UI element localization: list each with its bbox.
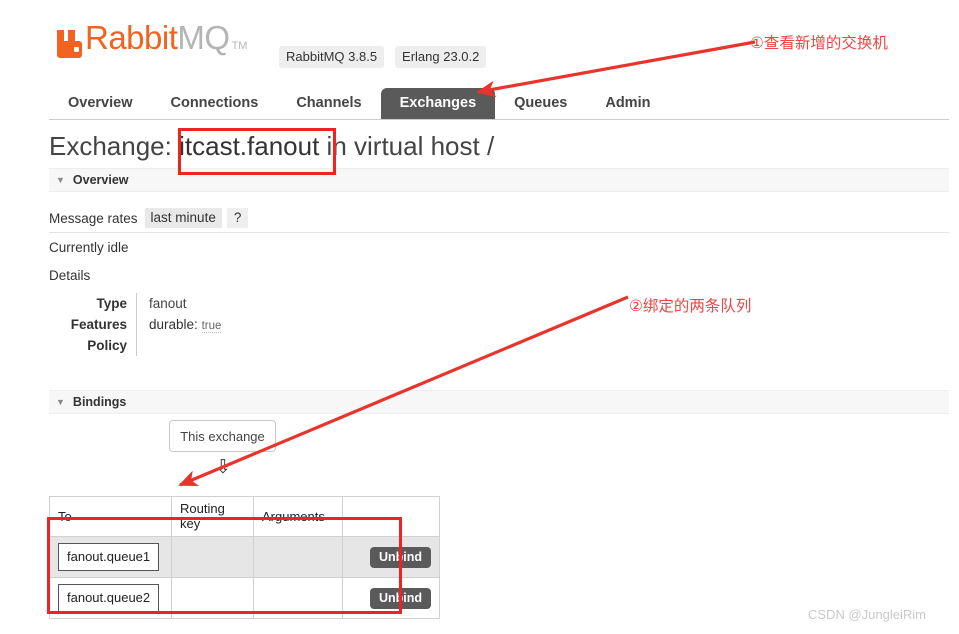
- col-header-routing-key: Routing key: [171, 496, 254, 537]
- page-title-prefix: Exchange:: [49, 131, 172, 161]
- version-badges: RabbitMQ 3.8.5 Erlang 23.0.2: [279, 46, 487, 70]
- binding-arguments-cell: [253, 577, 343, 619]
- annotation-note-2: ②绑定的两条队列: [629, 297, 752, 315]
- main-navigation: Overview Connections Channels Exchanges …: [49, 88, 949, 120]
- logo-wordmark: RabbitMQ TM: [85, 19, 248, 62]
- logo-rabbit-text: Rabbit: [85, 19, 178, 56]
- binding-action-cell: Unbind: [342, 577, 440, 619]
- rabbit-head-icon: [57, 30, 82, 58]
- tab-channels[interactable]: Channels: [277, 88, 380, 119]
- rate-period-selector[interactable]: last minute: [144, 208, 222, 228]
- logo-mq-text: MQ: [177, 19, 230, 56]
- details-row-type: Type fanout: [49, 293, 221, 314]
- feature-value-durable: true: [201, 320, 222, 333]
- idle-status-text: Currently idle: [49, 240, 129, 255]
- exchange-name: itcast.fanout: [179, 131, 320, 161]
- exchange-details-table: Type fanout Features durable: true Polic…: [49, 293, 222, 356]
- page-title: Exchange: itcast.fanout in virtual host …: [49, 131, 494, 162]
- message-rates-label: Message rates: [49, 210, 138, 226]
- tab-queues[interactable]: Queues: [495, 88, 586, 119]
- col-header-to: To: [49, 496, 172, 537]
- details-value-type: fanout: [149, 296, 187, 311]
- down-arrow-icon: ⇩: [215, 457, 231, 478]
- help-icon[interactable]: ?: [226, 208, 249, 228]
- bindings-table: To Routing key Arguments fanout.queue1 U…: [49, 496, 440, 619]
- erlang-version-badge: Erlang 23.0.2: [395, 46, 487, 68]
- bindings-section-label: Bindings: [72, 395, 127, 409]
- overview-section-label: Overview: [72, 173, 129, 187]
- binding-routing-key-cell: [171, 536, 254, 578]
- annotation-note-1: ①查看新增的交换机: [750, 34, 888, 52]
- tab-overview[interactable]: Overview: [49, 88, 152, 119]
- details-value-features: durable: true: [137, 314, 222, 335]
- queue-link-fanout-queue2[interactable]: fanout.queue2: [58, 584, 160, 612]
- table-row: fanout.queue1 Unbind: [49, 536, 440, 578]
- unbind-button[interactable]: Unbind: [369, 546, 431, 568]
- binding-action-cell: Unbind: [342, 536, 440, 578]
- tab-exchanges[interactable]: Exchanges: [380, 88, 496, 119]
- rabbitmq-logo[interactable]: RabbitMQ TM: [57, 19, 248, 62]
- logo-tm-text: TM: [231, 40, 248, 52]
- this-exchange-button[interactable]: This exchange: [169, 420, 276, 452]
- watermark: CSDN @JungleiRim: [808, 607, 926, 622]
- details-row-features: Features durable: true: [49, 314, 222, 335]
- details-value-policy: [137, 335, 222, 356]
- chevron-down-icon: ▼: [56, 174, 65, 185]
- table-row: fanout.queue2 Unbind: [49, 577, 440, 619]
- page-title-suffix: in virtual host /: [326, 131, 495, 161]
- bindings-header-row: To Routing key Arguments: [49, 496, 440, 537]
- unbind-button[interactable]: Unbind: [369, 587, 431, 609]
- tab-admin[interactable]: Admin: [586, 88, 669, 119]
- col-header-arguments: Arguments: [253, 496, 343, 537]
- chevron-down-icon: ▼: [56, 396, 65, 407]
- binding-to-cell: fanout.queue2: [49, 577, 172, 619]
- details-key-type: Type: [49, 293, 137, 314]
- rabbitmq-version-badge: RabbitMQ 3.8.5: [279, 46, 385, 68]
- message-rates-row: Message rates last minute ?: [49, 208, 949, 233]
- details-key-features: Features: [49, 314, 137, 335]
- binding-routing-key-cell: [171, 577, 254, 619]
- col-header-actions: [342, 496, 440, 537]
- tab-connections[interactable]: Connections: [152, 88, 278, 119]
- bindings-section-header[interactable]: ▼ Bindings: [49, 390, 949, 414]
- details-row-policy: Policy: [49, 335, 221, 356]
- overview-section-header[interactable]: ▼ Overview: [49, 168, 949, 192]
- binding-to-cell: fanout.queue1: [49, 536, 172, 578]
- feature-key-durable: durable:: [149, 317, 198, 332]
- details-label: Details: [49, 268, 91, 283]
- binding-arguments-cell: [253, 536, 343, 578]
- details-key-policy: Policy: [49, 335, 137, 356]
- queue-link-fanout-queue1[interactable]: fanout.queue1: [58, 543, 160, 571]
